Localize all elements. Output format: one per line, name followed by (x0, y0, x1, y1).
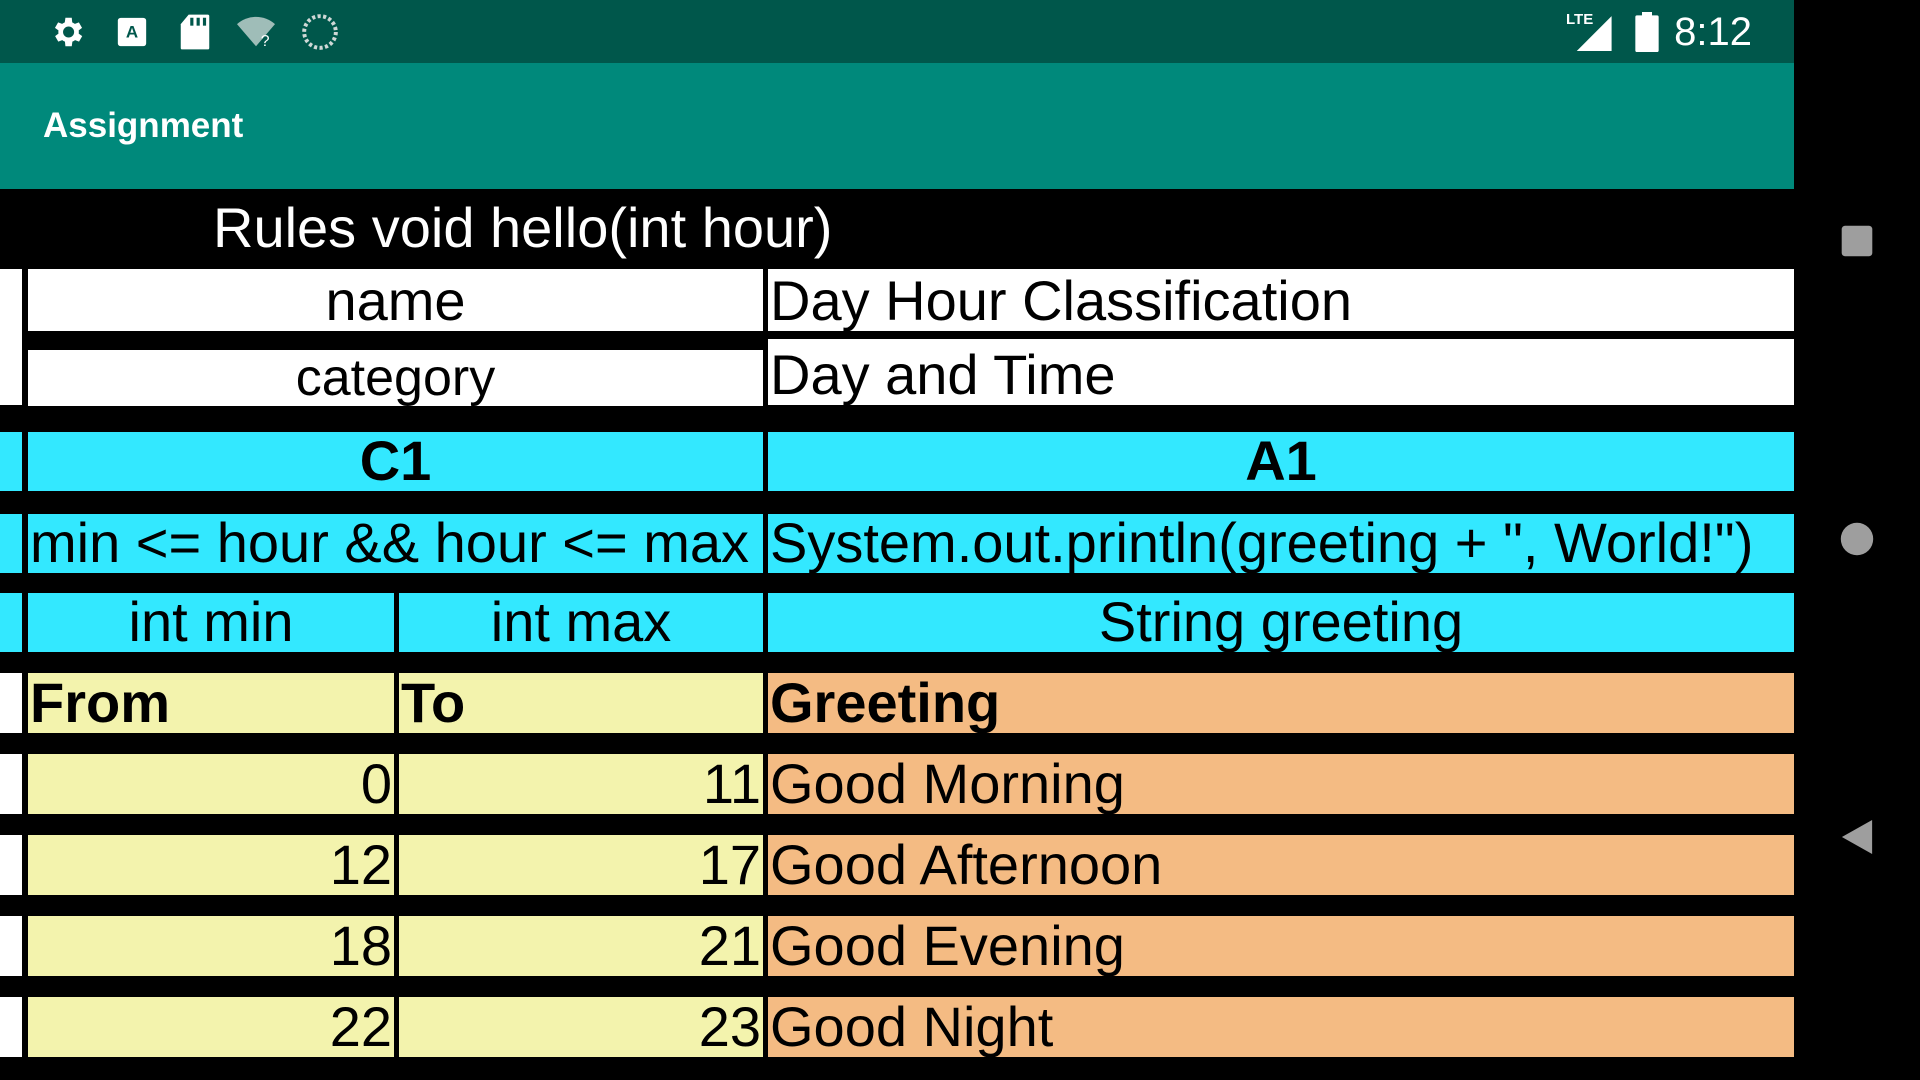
rule-3-from[interactable]: 18 (28, 916, 394, 976)
app-title: Assignment (43, 106, 244, 145)
sync-circle-icon (301, 13, 339, 51)
row-gutter (0, 997, 22, 1057)
meta-key-category[interactable]: category (28, 350, 763, 406)
screen: A ? LTE 8:12 Assignment Rules void hello… (0, 0, 1920, 1080)
wifi-unknown-icon: ? (237, 13, 275, 51)
row-gutter (0, 514, 22, 573)
back-icon (1841, 820, 1873, 854)
row-gutter (0, 432, 22, 491)
action-expression-cell[interactable]: System.out.println(greeting + ", World!"… (768, 514, 1794, 573)
rules-title: Rules void hello(int hour) (213, 196, 833, 259)
svg-text:A: A (126, 23, 138, 42)
recents-button[interactable] (1832, 216, 1882, 266)
network-type-label: LTE (1566, 11, 1594, 28)
rule-3-greeting[interactable]: Good Evening (768, 916, 1794, 976)
label-to-cell[interactable]: To (399, 673, 763, 733)
param-min-cell[interactable]: int min (28, 593, 394, 652)
row-gutter (0, 593, 22, 652)
row-gutter (0, 673, 22, 733)
back-button[interactable] (1832, 812, 1882, 862)
navigation-bar (1794, 0, 1920, 1080)
clock: 8:12 (1674, 10, 1752, 54)
param-greeting-cell[interactable]: String greeting (768, 593, 1794, 652)
svg-text:?: ? (261, 33, 270, 50)
rules-table: Rules void hello(int hour) name Day Hour… (0, 189, 1794, 1080)
rule-1-from[interactable]: 0 (28, 754, 394, 814)
rule-2-from[interactable]: 12 (28, 835, 394, 895)
meta-key-name[interactable]: name (28, 269, 763, 331)
app-bar: Assignment (0, 63, 1794, 189)
rule-2-greeting[interactable]: Good Afternoon (768, 835, 1794, 895)
home-button[interactable] (1832, 514, 1882, 564)
meta-value-name[interactable]: Day Hour Classification (768, 269, 1794, 331)
rule-4-greeting[interactable]: Good Night (768, 997, 1794, 1057)
battery-icon (1628, 12, 1666, 52)
rule-4-from[interactable]: 22 (28, 997, 394, 1057)
gear-icon (48, 13, 86, 51)
rule-4-to[interactable]: 23 (399, 997, 763, 1057)
home-icon (1840, 522, 1874, 556)
label-from-cell[interactable]: From (28, 673, 394, 733)
row-gutter (0, 269, 22, 405)
condition-id-cell[interactable]: C1 (28, 432, 763, 491)
recents-icon (1841, 225, 1873, 257)
rule-1-greeting[interactable]: Good Morning (768, 754, 1794, 814)
status-bar: A ? LTE 8:12 (0, 0, 1794, 63)
rule-2-to[interactable]: 17 (399, 835, 763, 895)
rule-3-to[interactable]: 21 (399, 916, 763, 976)
sd-card-icon (176, 13, 214, 51)
action-id-cell[interactable]: A1 (768, 432, 1794, 491)
meta-value-category[interactable]: Day and Time (768, 339, 1794, 405)
label-greeting-cell[interactable]: Greeting (768, 673, 1794, 733)
row-gutter (0, 754, 22, 814)
condition-expression-cell[interactable]: min <= hour && hour <= max (28, 514, 763, 573)
rule-1-to[interactable]: 11 (399, 754, 763, 814)
row-gutter (0, 916, 22, 976)
row-gutter (0, 835, 22, 895)
keyboard-a-icon: A (113, 13, 151, 51)
param-max-cell[interactable]: int max (399, 593, 763, 652)
